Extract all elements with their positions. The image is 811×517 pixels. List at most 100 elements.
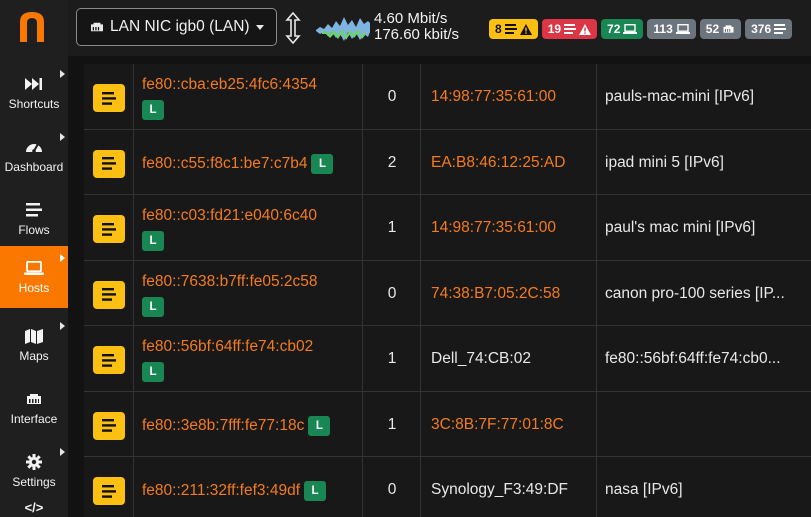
host-name: canon pro-100 series [IP... bbox=[605, 284, 785, 302]
mac-cell: Synology_F3:49:DF bbox=[421, 457, 597, 517]
host-count: 1 bbox=[387, 415, 397, 433]
count-cell: 2 bbox=[363, 129, 421, 194]
mac-cell: 14:98:77:35:61:00 bbox=[421, 64, 597, 129]
host-ip-link[interactable]: fe80::cba:eb25:4fc6:4354 bbox=[142, 76, 317, 93]
count-cell: 0 bbox=[363, 64, 421, 129]
local-host-badge: L bbox=[311, 153, 334, 174]
sidebar-item-dashboard[interactable]: Dashboard bbox=[0, 125, 68, 187]
mac-address-link[interactable]: EA:B8:46:12:25:AD bbox=[431, 154, 565, 172]
local-host-badge: L bbox=[142, 100, 164, 120]
submenu-caret-icon bbox=[60, 448, 65, 456]
name-cell: canon pro-100 series [IP... bbox=[597, 261, 811, 326]
remote-hosts-badge[interactable]: 113 bbox=[647, 19, 696, 39]
throughput-readout: 4.60 Mbit/s 176.60 kbit/s bbox=[374, 11, 459, 43]
host-name: paul's mac mini [IPv6] bbox=[605, 219, 756, 236]
host-flows-button[interactable] bbox=[93, 280, 125, 309]
sidebar-item-flows[interactable]: Flows bbox=[0, 188, 68, 250]
submenu-caret-icon bbox=[60, 322, 65, 330]
ip-cell: fe80::56bf:64ff:fe74:cb02 L bbox=[134, 326, 363, 391]
host-ip-link[interactable]: fe80::c03:fd21:e040:6c40 bbox=[142, 207, 317, 224]
host-flows-button[interactable] bbox=[93, 477, 125, 505]
sidebar-item-developer[interactable]: </> bbox=[0, 500, 68, 517]
danger-flows-badge[interactable]: 19 bbox=[541, 19, 598, 39]
ethernet-icon bbox=[723, 25, 734, 33]
throughput-up: 4.60 Mbit/s bbox=[374, 10, 448, 27]
stream-icon bbox=[504, 24, 517, 34]
flows-badge[interactable]: 376 bbox=[745, 19, 793, 39]
mac-cell: 3C:8B:7F:77:01:8C bbox=[421, 391, 597, 456]
sidebar-item-maps[interactable]: Maps bbox=[0, 314, 68, 376]
host-flows-button[interactable] bbox=[93, 149, 125, 178]
host-count: 1 bbox=[387, 219, 397, 236]
stream-icon bbox=[102, 484, 116, 498]
cog-icon bbox=[26, 453, 42, 471]
sidebar-item-label: Hosts bbox=[18, 281, 50, 295]
mac-cell: 14:98:77:35:61:00 bbox=[421, 195, 597, 260]
sidebar-item-interface[interactable]: Interface bbox=[0, 377, 68, 439]
sidebar-item-hosts[interactable]: Hosts bbox=[0, 246, 68, 308]
table-row: fe80::211:32ff:fef3:49df L 0 Synology_F3:… bbox=[84, 457, 811, 517]
mac-address-link[interactable]: 3C:8B:7F:77:01:8C bbox=[431, 416, 564, 434]
count-cell: 1 bbox=[363, 326, 421, 391]
mac-address-link[interactable]: 74:38:B7:05:2C:58 bbox=[431, 285, 560, 303]
host-count: 1 bbox=[387, 350, 397, 367]
fast-forward-icon bbox=[25, 75, 43, 93]
host-flows-button[interactable] bbox=[93, 411, 125, 440]
mac-address-link[interactable]: 14:98:77:35:61:00 bbox=[431, 88, 556, 106]
name-cell: fe80::56bf:64ff:fe74:cb0... bbox=[597, 326, 811, 391]
warning-flows-badge[interactable]: 8 bbox=[489, 19, 538, 39]
interface-select[interactable]: LAN NIC igb0 (LAN) bbox=[76, 8, 277, 46]
sidebar-item-label: Settings bbox=[12, 475, 56, 489]
ip-cell: fe80::c03:fd21:e040:6c40 L bbox=[134, 195, 363, 260]
status-badges: 8 19 72 113 52 376 bbox=[489, 19, 793, 39]
local-host-badge: L bbox=[142, 296, 164, 317]
table-row: fe80::c03:fd21:e040:6c40 L 1 14:98:77:35… bbox=[84, 195, 811, 261]
local-hosts-badge[interactable]: 72 bbox=[601, 19, 644, 39]
stream-icon bbox=[102, 419, 116, 432]
ethernet-icon bbox=[25, 390, 43, 408]
sidebar-item-shortcuts[interactable]: Shortcuts bbox=[0, 62, 68, 124]
mac-cell: Dell_74:CB:02 bbox=[421, 326, 597, 391]
stream-icon bbox=[102, 157, 116, 170]
stream-icon bbox=[102, 222, 116, 236]
host-ip-link[interactable]: fe80::7638:b7ff:fe05:2c58 bbox=[142, 273, 318, 290]
laptop-icon bbox=[24, 259, 44, 277]
count-cell: 0 bbox=[363, 260, 421, 325]
flows-cell bbox=[84, 391, 134, 456]
ip-cell: fe80::7638:b7ff:fe05:2c58 L bbox=[134, 260, 363, 325]
stream-icon bbox=[102, 288, 116, 301]
host-name: pauls-mac-mini [IPv6] bbox=[605, 88, 755, 105]
host-count: 0 bbox=[387, 481, 397, 498]
host-name: ipad mini 5 [IPv6] bbox=[605, 153, 724, 171]
host-ip-link[interactable]: fe80::c55:f8c1:be7:c7b4 bbox=[142, 155, 307, 172]
host-ip-link[interactable]: fe80::211:32ff:fef3:49df bbox=[142, 482, 300, 499]
host-flows-button[interactable] bbox=[93, 84, 125, 112]
table-row: fe80::56bf:64ff:fe74:cb02 L 1 Dell_74:CB… bbox=[84, 326, 811, 392]
ip-cell: fe80::211:32ff:fef3:49df L bbox=[134, 457, 363, 517]
map-icon bbox=[25, 327, 43, 345]
interface-select-value: LAN NIC igb0 (LAN) bbox=[110, 18, 250, 35]
ntopng-logo[interactable] bbox=[16, 8, 48, 44]
host-ip-link[interactable]: fe80::56bf:64ff:fe74:cb02 bbox=[142, 338, 313, 355]
host-flows-button[interactable] bbox=[93, 215, 125, 243]
table-row: fe80::c55:f8c1:be7:c7b4 L 2 EA:B8:46:12:2… bbox=[84, 129, 811, 195]
local-host-badge: L bbox=[142, 362, 164, 382]
host-flows-button[interactable] bbox=[93, 346, 125, 374]
warning-triangle-icon bbox=[519, 23, 532, 35]
code-icon: </> bbox=[24, 500, 44, 515]
sidebar-item-settings[interactable]: Settings bbox=[0, 440, 68, 502]
flows-cell bbox=[84, 457, 134, 517]
table-row: fe80::cba:eb25:4fc6:4354 L 0 14:98:77:35… bbox=[84, 64, 811, 130]
table-row: fe80::3e8b:7fff:fe77:18c L 1 3C:8B:7F:77:… bbox=[84, 391, 811, 457]
sidebar-item-label: Flows bbox=[18, 223, 50, 237]
host-ip-link[interactable]: fe80::3e8b:7fff:fe77:18c bbox=[142, 417, 304, 434]
stream-icon bbox=[774, 24, 787, 34]
flows-cell bbox=[84, 195, 134, 260]
table-row: fe80::7638:b7ff:fe05:2c58 L 0 74:38:B7:0… bbox=[84, 260, 811, 326]
host-count: 2 bbox=[387, 153, 397, 171]
warning-triangle-icon bbox=[579, 23, 592, 35]
mac-address-link[interactable]: 14:98:77:35:61:00 bbox=[431, 219, 556, 237]
ip-cell: fe80::c55:f8c1:be7:c7b4 L bbox=[134, 129, 363, 194]
devices-badge[interactable]: 52 bbox=[699, 19, 742, 39]
throughput-sparkline bbox=[316, 17, 370, 41]
